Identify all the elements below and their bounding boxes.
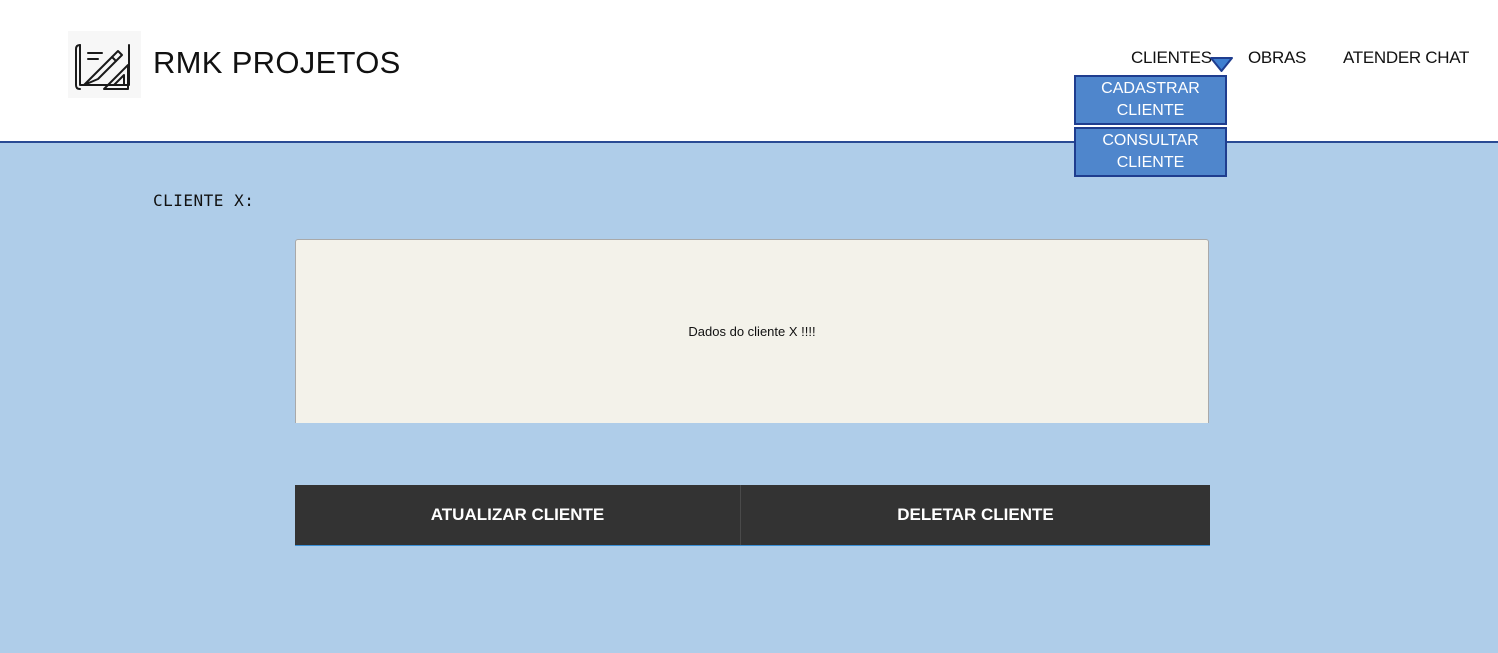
client-data-text: Dados do cliente X !!!! — [688, 324, 816, 339]
chevron-down-icon[interactable] — [1209, 55, 1234, 73]
delete-client-button[interactable]: DELETAR CLIENTE — [741, 485, 1210, 545]
nav-atender-chat[interactable]: ATENDER CHAT — [1343, 48, 1469, 68]
update-client-button[interactable]: ATUALIZAR CLIENTE — [295, 485, 741, 545]
client-data-panel: Dados do cliente X !!!! — [295, 239, 1209, 423]
menu-item-consultar-cliente[interactable]: CONSULTAR CLIENTE — [1074, 127, 1227, 177]
nav-clientes[interactable]: CLIENTES — [1131, 48, 1212, 68]
action-bar: ATUALIZAR CLIENTE DELETAR CLIENTE — [295, 485, 1210, 546]
brand-title[interactable]: RMK PROJETOS — [153, 45, 401, 81]
logo-icon[interactable] — [68, 31, 141, 98]
nav-obras[interactable]: OBRAS — [1248, 48, 1306, 68]
header: RMK PROJETOS — [0, 0, 1498, 143]
clientes-dropdown-menu: CADASTRAR CLIENTE CONSULTAR CLIENTE — [1074, 75, 1227, 177]
page-title: CLIENTE X: — [153, 191, 255, 210]
menu-item-cadastrar-cliente[interactable]: CADASTRAR CLIENTE — [1074, 75, 1227, 125]
